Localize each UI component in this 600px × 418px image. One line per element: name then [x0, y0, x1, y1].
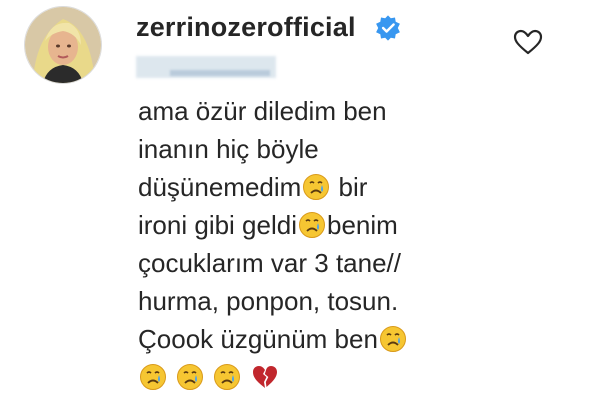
comment-line: inanın hiç böyle	[138, 130, 408, 168]
crying-face-emoji	[213, 363, 241, 391]
comment-text: ama özür diledim ben inanın hiç böyle dü…	[138, 92, 408, 396]
verified-badge-icon	[376, 15, 400, 41]
comment-line-text: inanın hiç böyle	[138, 134, 319, 164]
comment-line-text: düşünemedim	[138, 172, 302, 202]
crying-face-emoji	[139, 363, 167, 391]
crying-face-emoji	[379, 325, 407, 353]
heart-outline-icon[interactable]	[512, 28, 544, 56]
comment-line-text: çocuklarım var 3 tane//	[138, 248, 401, 278]
comment-line: çocuklarım var 3 tane//	[138, 244, 408, 282]
username[interactable]: zerrinozerofficial	[136, 12, 356, 43]
comment-line-text: ama özür diledim ben	[138, 96, 387, 126]
blurred-mention-underline	[170, 70, 270, 76]
comment-line-text: hurma, ponpon, tosun.	[138, 286, 399, 316]
comment-line: ama özür diledim ben	[138, 92, 408, 130]
comment-line: düşünemedim bir	[138, 168, 408, 206]
profile-photo	[25, 7, 101, 83]
crying-face-emoji	[298, 211, 326, 239]
comment-line: Çoook üzgünüm ben	[138, 320, 408, 358]
avatar[interactable]	[24, 6, 102, 84]
crying-face-emoji	[176, 363, 204, 391]
comment-line-text: Çoook üzgünüm ben	[138, 324, 378, 354]
comment-line-tail: benim	[326, 210, 398, 240]
comment-line: hurma, ponpon, tosun.	[138, 282, 408, 320]
comment-line-text: ironi gibi geldi	[138, 210, 297, 240]
broken-heart-emoji	[251, 363, 279, 391]
crying-face-emoji	[302, 173, 330, 201]
comment-line-tail: bir	[331, 172, 368, 202]
emoji-row	[138, 358, 408, 396]
comment-line: ironi gibi geldi benim	[138, 206, 408, 244]
